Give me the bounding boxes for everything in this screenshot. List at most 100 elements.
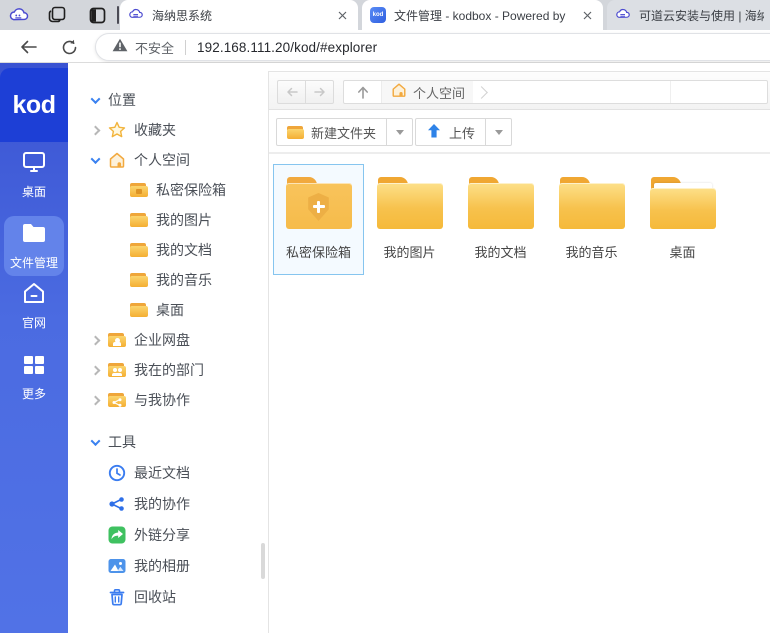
tree-label: 我的相册 xyxy=(134,556,190,576)
kodbox-page: kod 桌面 文件管理 官网 更多 xyxy=(0,63,770,633)
tree-item-recent-docs[interactable]: 最近文档 xyxy=(68,457,268,488)
tree-item-shared-with-me[interactable]: 与我协作 xyxy=(68,385,268,415)
chevron-right-icon[interactable] xyxy=(88,337,102,344)
tab1-cloud-favicon xyxy=(128,7,144,23)
shared-user-folder-icon xyxy=(108,331,126,349)
tree-section-tools[interactable]: 工具 xyxy=(68,427,268,457)
tree-item-personal-space[interactable]: 个人空间 xyxy=(68,145,268,175)
browser-tab-strip: 海纳思系统 kod 文件管理 - kodbox - Powered by 可道云… xyxy=(0,0,770,30)
new-folder-label: 新建文件夹 xyxy=(311,123,376,142)
folder-icon xyxy=(130,271,148,289)
tree-item-favorites[interactable]: 收藏夹 xyxy=(68,115,268,145)
chevron-down-icon[interactable] xyxy=(88,439,102,446)
tree-item-my-pictures[interactable]: 我的图片 xyxy=(68,205,268,235)
tab2-close-icon[interactable] xyxy=(579,7,595,23)
file-name: 我的文档 xyxy=(474,242,526,261)
grid-icon xyxy=(23,355,45,380)
file-item-my-music[interactable]: 我的音乐 xyxy=(546,164,637,275)
security-warning-icon[interactable] xyxy=(112,38,128,57)
upload-dropdown[interactable] xyxy=(486,118,512,146)
address-url[interactable]: 192.168.111.20/kod/#explorer xyxy=(197,40,377,55)
tree-scrollbar[interactable] xyxy=(261,543,265,579)
tree-item-enterprise-drive[interactable]: 企业网盘 xyxy=(68,325,268,355)
tree-item-safe[interactable]: 私密保险箱 xyxy=(68,175,268,205)
chevron-right-icon[interactable] xyxy=(88,397,102,404)
share-nodes-icon xyxy=(108,495,126,513)
tree-label: 桌面 xyxy=(156,300,184,320)
folder-icon xyxy=(21,222,47,249)
tree-section-file-types[interactable]: 文件类型 xyxy=(68,626,268,633)
chevron-down-icon[interactable] xyxy=(88,97,102,104)
file-item-safe[interactable]: 私密保险箱 xyxy=(273,164,364,275)
history-back-button[interactable] xyxy=(277,80,306,104)
tree-item-my-music[interactable]: 我的音乐 xyxy=(68,265,268,295)
chevron-right-icon[interactable] xyxy=(88,127,102,134)
tab3-title: 可道云安装与使用 | 海纳思 xyxy=(639,7,764,24)
back-icon[interactable] xyxy=(18,36,40,58)
trash-icon xyxy=(108,588,126,606)
history-forward-button[interactable] xyxy=(305,80,334,104)
tree-item-my-albums[interactable]: 我的相册 xyxy=(68,550,268,581)
browser-tab-2[interactable]: kod 文件管理 - kodbox - Powered by xyxy=(362,0,603,30)
file-item-my-pictures[interactable]: 我的图片 xyxy=(364,164,455,275)
tree-label: 收藏夹 xyxy=(134,120,176,140)
app-sidebar: kod 桌面 文件管理 官网 更多 xyxy=(0,63,68,633)
external-link-icon xyxy=(108,526,126,544)
folder-icon xyxy=(287,125,304,140)
tree-item-my-department[interactable]: 我在的部门 xyxy=(68,355,268,385)
tab2-title: 文件管理 - kodbox - Powered by xyxy=(394,7,573,24)
sidebar-item-desktop[interactable]: 桌面 xyxy=(0,150,68,200)
chevron-right-icon[interactable] xyxy=(88,367,102,374)
refresh-icon[interactable] xyxy=(58,36,80,58)
address-path-box[interactable]: 个人空间 xyxy=(343,80,768,104)
clock-icon xyxy=(108,464,126,482)
path-box-separator xyxy=(670,81,671,103)
tree-label: 工具 xyxy=(108,432,136,452)
sidebar-item-more[interactable]: 更多 xyxy=(0,353,68,403)
tab1-close-icon[interactable] xyxy=(334,7,350,23)
house-icon xyxy=(391,82,407,103)
desktop-folder-icon xyxy=(650,177,716,229)
new-folder-split-button: 新建文件夹 xyxy=(276,118,413,146)
sidebar-item-label: 更多 xyxy=(22,385,46,402)
browser-tab-3[interactable]: 可道云安装与使用 | 海纳思 xyxy=(607,0,770,30)
kod-logo[interactable]: kod xyxy=(0,68,68,142)
new-folder-dropdown[interactable] xyxy=(387,118,413,146)
security-warning-label[interactable]: 不安全 xyxy=(135,38,174,57)
tree-label: 我的音乐 xyxy=(156,270,212,290)
sidebar-item-file-manager[interactable]: 文件管理 xyxy=(4,216,64,276)
tree-label: 最近文档 xyxy=(134,463,190,483)
folder-icon xyxy=(130,301,148,319)
tree-label: 回收站 xyxy=(134,587,176,607)
new-folder-button[interactable]: 新建文件夹 xyxy=(276,118,387,146)
sidebar-item-label: 官网 xyxy=(22,314,46,331)
tree-item-my-collaboration[interactable]: 我的协作 xyxy=(68,488,268,519)
sidebar-item-website[interactable]: 官网 xyxy=(0,281,68,331)
file-grid: 私密保险箱 我的图片 我的文档 我的音乐 xyxy=(268,154,770,275)
tree-item-desktop[interactable]: 桌面 xyxy=(68,295,268,325)
sidebar-item-label: 文件管理 xyxy=(10,254,58,271)
file-item-my-documents[interactable]: 我的文档 xyxy=(455,164,546,275)
tree-section-location[interactable]: 位置 xyxy=(68,85,268,115)
tree-item-my-documents[interactable]: 我的文档 xyxy=(68,235,268,265)
safe-folder-icon xyxy=(286,177,352,229)
tree-item-recycle-bin[interactable]: 回收站 xyxy=(68,581,268,612)
breadcrumb-item-personal-space[interactable]: 个人空间 xyxy=(382,81,473,103)
file-item-desktop[interactable]: 桌面 xyxy=(637,164,728,275)
tree-label: 外链分享 xyxy=(134,525,190,545)
share-folder-icon xyxy=(108,391,126,409)
upload-label: 上传 xyxy=(449,123,475,142)
browser-app-cloud-icon[interactable] xyxy=(8,4,30,26)
tree-label: 我的协作 xyxy=(134,494,190,514)
upload-button[interactable]: 上传 xyxy=(415,118,486,146)
tree-item-external-share[interactable]: 外链分享 xyxy=(68,519,268,550)
address-divider xyxy=(185,40,186,55)
address-field[interactable]: 不安全 192.168.111.20/kod/#explorer xyxy=(95,33,770,61)
breadcrumb-separator-icon xyxy=(475,86,488,99)
up-level-button[interactable] xyxy=(344,81,382,103)
chevron-down-icon[interactable] xyxy=(88,157,102,164)
stacked-tabs-icon[interactable] xyxy=(46,4,68,26)
browser-tab-1[interactable]: 海纳思系统 xyxy=(120,0,358,30)
tab2-kod-favicon: kod xyxy=(370,7,386,23)
tab-layout-icon[interactable] xyxy=(86,4,108,26)
